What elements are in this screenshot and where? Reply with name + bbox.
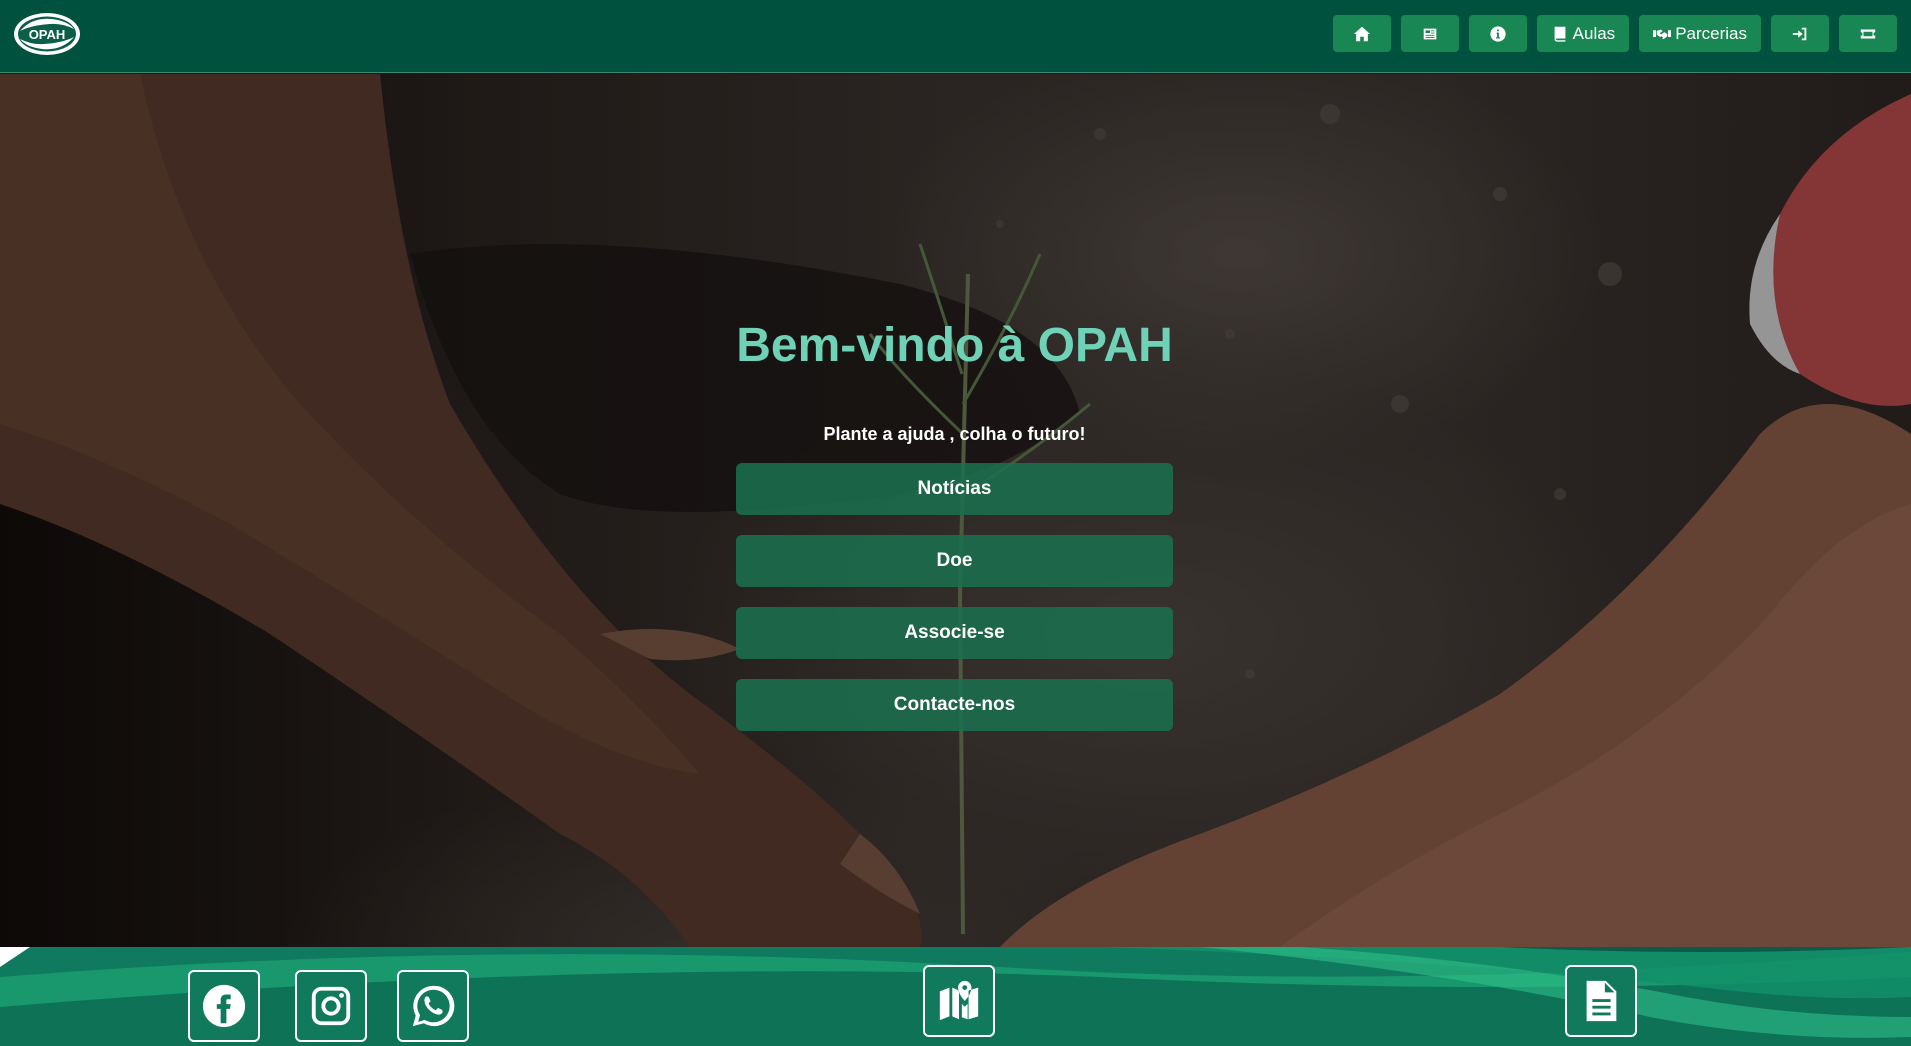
sign-in-icon (1792, 27, 1807, 40)
document-icon (1586, 980, 1617, 1022)
contacte-nos-button[interactable]: Contacte-nos (736, 679, 1173, 731)
opah-logo[interactable]: OPAH (12, 11, 82, 57)
map-icon (939, 980, 979, 1021)
associe-se-button[interactable]: Associe-se (736, 607, 1173, 659)
svg-text:OPAH: OPAH (29, 27, 66, 42)
hero-title: Bem-vindo à OPAH (736, 319, 1173, 372)
instagram-link[interactable] (295, 970, 367, 1042)
doe-button[interactable]: Doe (736, 535, 1173, 587)
handshake-icon (1653, 29, 1672, 39)
nav-home-button[interactable] (1332, 15, 1391, 52)
facebook-link[interactable] (188, 970, 260, 1042)
noticias-button[interactable]: Notícias (736, 463, 1173, 515)
whatsapp-link[interactable] (397, 970, 469, 1042)
map-link[interactable] (923, 965, 995, 1037)
hero-section: Bem-vindo à OPAH Plante a ajuda , colha … (0, 74, 1911, 947)
footer (0, 947, 1911, 1046)
nav-ticket-button[interactable] (1839, 15, 1897, 52)
whatsapp-icon (412, 985, 455, 1027)
top-navbar: OPAH Aulas Parcerias (0, 0, 1911, 73)
nav-news-button[interactable] (1400, 15, 1459, 52)
info-icon (1490, 25, 1506, 42)
nav-info-button[interactable] (1468, 15, 1527, 52)
book-icon (1554, 26, 1566, 42)
nav-parcerias-label: Parcerias (1675, 23, 1747, 43)
instagram-icon (311, 986, 351, 1026)
facebook-icon (202, 984, 246, 1028)
nav-parcerias-button[interactable]: Parcerias (1639, 15, 1761, 52)
nav-aulas-button[interactable]: Aulas (1536, 15, 1630, 52)
newspaper-icon (1423, 28, 1436, 39)
home-icon (1353, 26, 1370, 41)
nav-aulas-label: Aulas (1572, 23, 1616, 43)
document-link[interactable] (1565, 965, 1637, 1037)
nav-login-button[interactable] (1771, 15, 1829, 52)
ticket-icon (1860, 29, 1876, 38)
hero-subtitle: Plante a ajuda , colha o futuro! (823, 424, 1086, 444)
